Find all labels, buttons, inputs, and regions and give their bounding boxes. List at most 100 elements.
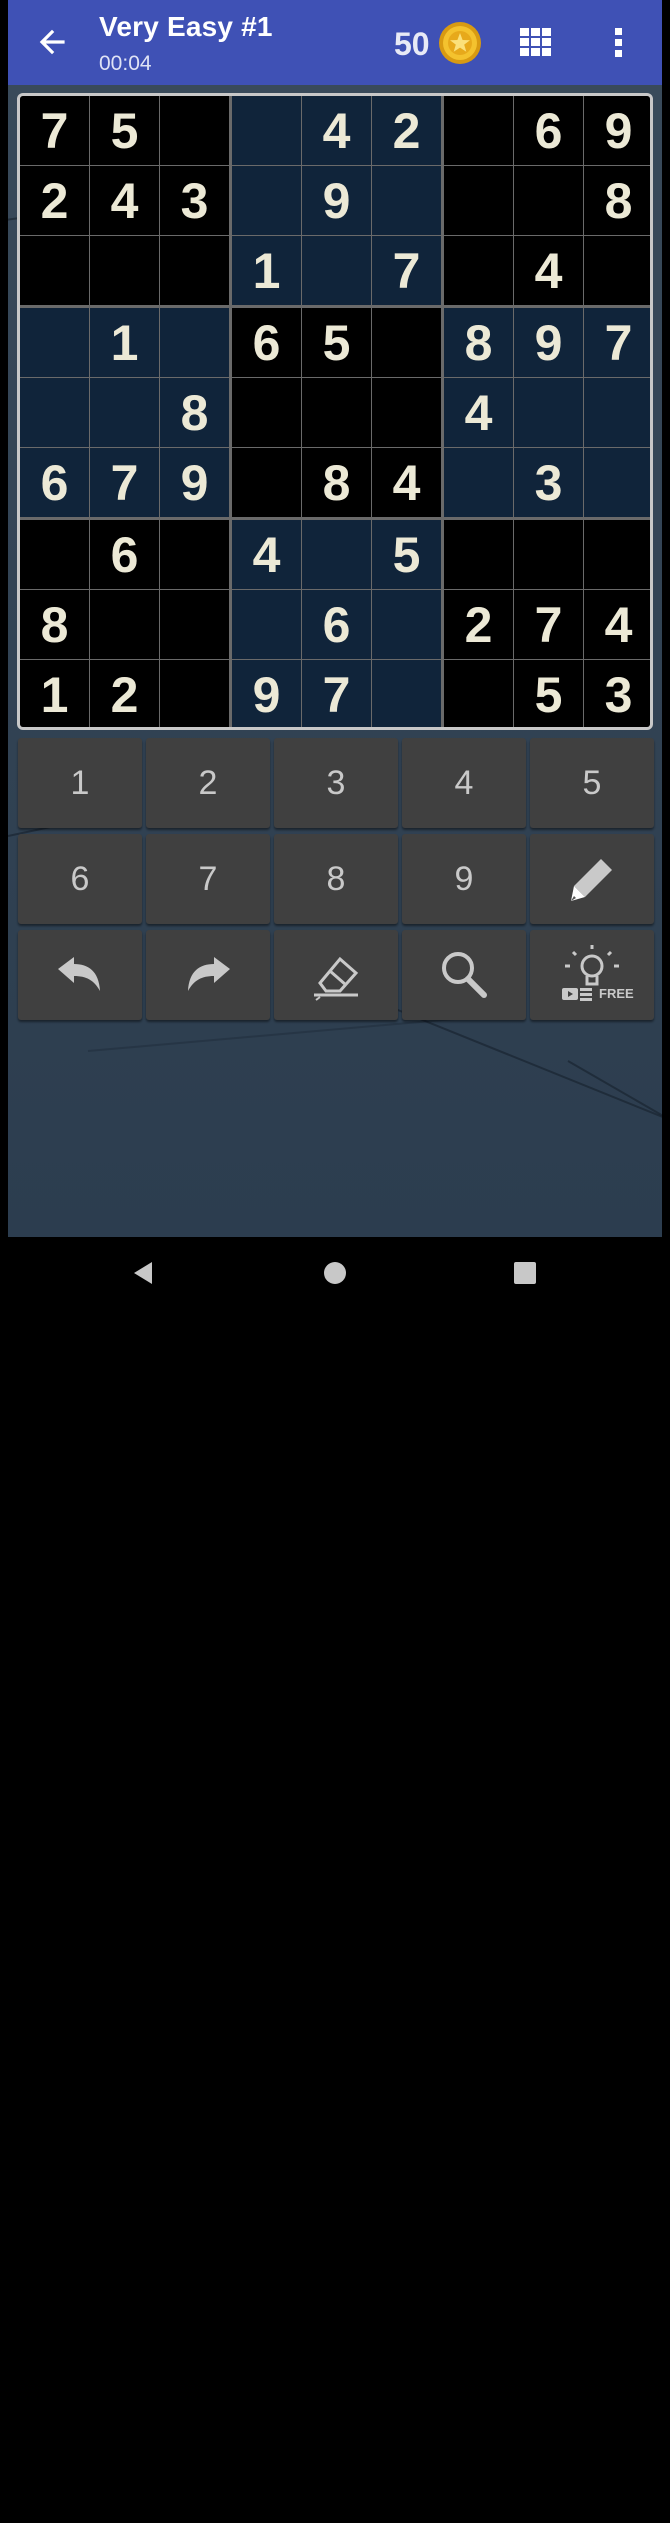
- sudoku-cell-r7c3[interactable]: [160, 520, 229, 589]
- digit-key-3[interactable]: 3: [274, 738, 398, 828]
- sudoku-cell-r7c4[interactable]: 4: [232, 520, 301, 589]
- sudoku-cell-r4c7[interactable]: 8: [444, 308, 513, 377]
- sudoku-cell-r7c2[interactable]: 6: [90, 520, 159, 589]
- digit-key-8[interactable]: 8: [274, 834, 398, 924]
- sudoku-cell-r8c1[interactable]: 8: [20, 590, 89, 659]
- sudoku-cell-r8c9[interactable]: 4: [584, 590, 650, 659]
- digit-key-1[interactable]: 1: [18, 738, 142, 828]
- sudoku-cell-r3c1[interactable]: [20, 236, 89, 305]
- sudoku-cell-r7c8[interactable]: [514, 520, 583, 589]
- overflow-menu-button[interactable]: [604, 22, 634, 62]
- sudoku-cell-r6c2[interactable]: 7: [90, 448, 159, 517]
- sudoku-cell-r1c7[interactable]: [444, 96, 513, 165]
- sudoku-cell-r8c4[interactable]: [232, 590, 301, 659]
- sudoku-cell-r4c5[interactable]: 5: [302, 308, 371, 377]
- sudoku-cell-r2c5[interactable]: 9: [302, 166, 371, 235]
- sudoku-cell-r6c4[interactable]: [232, 448, 301, 517]
- hint-button[interactable]: FREE: [530, 930, 654, 1020]
- sudoku-cell-r2c3[interactable]: 3: [160, 166, 229, 235]
- back-button[interactable]: [30, 20, 74, 64]
- digit-key-5[interactable]: 5: [530, 738, 654, 828]
- sudoku-cell-r5c6[interactable]: [372, 378, 441, 447]
- search-button[interactable]: [402, 930, 526, 1020]
- sudoku-cell-r1c4[interactable]: [232, 96, 301, 165]
- sudoku-cell-r6c8[interactable]: 3: [514, 448, 583, 517]
- sudoku-cell-r1c2[interactable]: 5: [90, 96, 159, 165]
- sudoku-cell-r2c2[interactable]: 4: [90, 166, 159, 235]
- sudoku-cell-r8c2[interactable]: [90, 590, 159, 659]
- sudoku-cell-r5c4[interactable]: [232, 378, 301, 447]
- sudoku-cell-r9c6[interactable]: [372, 660, 441, 727]
- nav-recents-button[interactable]: [513, 1261, 537, 1285]
- sudoku-cell-r9c9[interactable]: 3: [584, 660, 650, 727]
- sudoku-cell-r4c4[interactable]: 6: [232, 308, 301, 377]
- sudoku-cell-r5c5[interactable]: [302, 378, 371, 447]
- sudoku-cell-r1c3[interactable]: [160, 96, 229, 165]
- sudoku-cell-r9c5[interactable]: 7: [302, 660, 371, 727]
- sudoku-cell-r3c2[interactable]: [90, 236, 159, 305]
- erase-button[interactable]: [274, 930, 398, 1020]
- sudoku-cell-r2c7[interactable]: [444, 166, 513, 235]
- sudoku-cell-r4c8[interactable]: 9: [514, 308, 583, 377]
- sudoku-cell-r9c1[interactable]: 1: [20, 660, 89, 727]
- sudoku-cell-r3c3[interactable]: [160, 236, 229, 305]
- sudoku-cell-r9c3[interactable]: [160, 660, 229, 727]
- sudoku-cell-r8c5[interactable]: 6: [302, 590, 371, 659]
- sudoku-cell-r4c3[interactable]: [160, 308, 229, 377]
- sudoku-cell-r7c7[interactable]: [444, 520, 513, 589]
- sudoku-cell-r4c6[interactable]: [372, 308, 441, 377]
- sudoku-cell-r6c1[interactable]: 6: [20, 448, 89, 517]
- sudoku-cell-r1c9[interactable]: 9: [584, 96, 650, 165]
- sudoku-cell-r3c5[interactable]: [302, 236, 371, 305]
- nav-back-icon[interactable]: [132, 2499, 156, 2523]
- digit-key-4[interactable]: 4: [402, 738, 526, 828]
- sudoku-cell-r4c2[interactable]: 1: [90, 308, 159, 377]
- sudoku-cell-r6c3[interactable]: 9: [160, 448, 229, 517]
- sudoku-cell-r8c6[interactable]: [372, 590, 441, 659]
- sudoku-cell-r2c6[interactable]: [372, 166, 441, 235]
- sudoku-cell-r2c9[interactable]: 8: [584, 166, 650, 235]
- sudoku-cell-r4c1[interactable]: [20, 308, 89, 377]
- sudoku-cell-r5c8[interactable]: [514, 378, 583, 447]
- sudoku-cell-r5c1[interactable]: [20, 378, 89, 447]
- sudoku-cell-r3c7[interactable]: [444, 236, 513, 305]
- sudoku-cell-r9c4[interactable]: 9: [232, 660, 301, 727]
- sudoku-cell-r4c9[interactable]: 7: [584, 308, 650, 377]
- sudoku-cell-r3c9[interactable]: [584, 236, 650, 305]
- sudoku-cell-r5c2[interactable]: [90, 378, 159, 447]
- digit-key-9[interactable]: 9: [402, 834, 526, 924]
- coin-icon[interactable]: [438, 21, 482, 65]
- board-view-button[interactable]: [514, 24, 558, 60]
- sudoku-cell-r5c3[interactable]: 8: [160, 378, 229, 447]
- undo-button[interactable]: [18, 930, 142, 1020]
- sudoku-cell-r1c5[interactable]: 4: [302, 96, 371, 165]
- sudoku-cell-r5c7[interactable]: 4: [444, 378, 513, 447]
- digit-key-7[interactable]: 7: [146, 834, 270, 924]
- sudoku-cell-r6c6[interactable]: 4: [372, 448, 441, 517]
- sudoku-cell-r7c1[interactable]: [20, 520, 89, 589]
- sudoku-cell-r1c8[interactable]: 6: [514, 96, 583, 165]
- sudoku-cell-r9c2[interactable]: 2: [90, 660, 159, 727]
- sudoku-cell-r7c9[interactable]: [584, 520, 650, 589]
- digit-key-6[interactable]: 6: [18, 834, 142, 924]
- sudoku-cell-r2c8[interactable]: [514, 166, 583, 235]
- sudoku-cell-r7c5[interactable]: [302, 520, 371, 589]
- sudoku-cell-r8c7[interactable]: 2: [444, 590, 513, 659]
- sudoku-cell-r6c5[interactable]: 8: [302, 448, 371, 517]
- sudoku-cell-r2c4[interactable]: [232, 166, 301, 235]
- nav-back-button[interactable]: [130, 1259, 158, 1287]
- sudoku-cell-r8c3[interactable]: [160, 590, 229, 659]
- sudoku-cell-r9c8[interactable]: 5: [514, 660, 583, 727]
- sudoku-cell-r3c4[interactable]: 1: [232, 236, 301, 305]
- sudoku-cell-r2c1[interactable]: 2: [20, 166, 89, 235]
- nav-home-button[interactable]: [323, 1261, 347, 1285]
- sudoku-cell-r7c6[interactable]: 5: [372, 520, 441, 589]
- sudoku-cell-r6c9[interactable]: [584, 448, 650, 517]
- sudoku-cell-r3c6[interactable]: 7: [372, 236, 441, 305]
- sudoku-cell-r6c7[interactable]: [444, 448, 513, 517]
- digit-key-2[interactable]: 2: [146, 738, 270, 828]
- sudoku-cell-r8c8[interactable]: 7: [514, 590, 583, 659]
- redo-button[interactable]: [146, 930, 270, 1020]
- sudoku-cell-r5c9[interactable]: [584, 378, 650, 447]
- sudoku-cell-r9c7[interactable]: [444, 660, 513, 727]
